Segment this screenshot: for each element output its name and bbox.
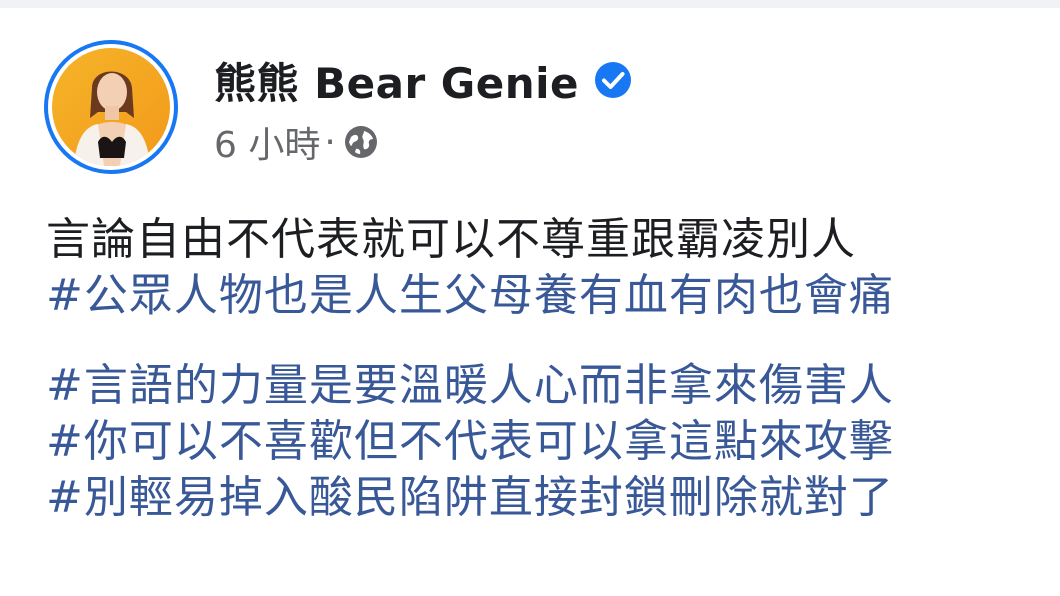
hashtag-link[interactable]: #公眾人物也是人生父母養有血有肉也會痛 bbox=[46, 268, 1026, 324]
facebook-post: 熊熊 Bear Genie 6 小時 · 言論自由不代表就可以不尊重跟霸凌別人 … bbox=[0, 0, 1060, 596]
post-timestamp[interactable]: 6 小時 bbox=[214, 116, 320, 168]
post-header: 熊熊 Bear Genie 6 小時 · bbox=[44, 40, 633, 180]
post-body: 言論自由不代表就可以不尊重跟霸凌別人 #公眾人物也是人生父母養有血有肉也會痛 #… bbox=[46, 212, 1026, 526]
post-text: 言論自由不代表就可以不尊重跟霸凌別人 bbox=[46, 214, 856, 265]
time-row: 6 小時 · bbox=[214, 120, 633, 166]
globe-icon[interactable] bbox=[342, 123, 380, 161]
author-name[interactable]: 熊熊 Bear Genie bbox=[214, 50, 579, 111]
hashtag-link[interactable]: #你可以不喜歡但不代表可以拿這點來攻擊 bbox=[46, 414, 1026, 470]
author-row: 熊熊 Bear Genie bbox=[214, 52, 633, 108]
separator-dot: · bbox=[324, 121, 336, 163]
top-divider bbox=[0, 0, 1060, 8]
post-meta: 熊熊 Bear Genie 6 小時 · bbox=[214, 52, 633, 166]
avatar[interactable] bbox=[44, 40, 178, 174]
verified-badge-icon bbox=[595, 62, 632, 98]
avatar-image bbox=[52, 48, 170, 166]
hashtag-link[interactable]: #別輕易掉入酸民陷阱直接封鎖刪除就對了 bbox=[46, 470, 1026, 526]
hashtag-link[interactable]: #言語的力量是要溫暖人心而非拿來傷害人 bbox=[46, 358, 1026, 414]
